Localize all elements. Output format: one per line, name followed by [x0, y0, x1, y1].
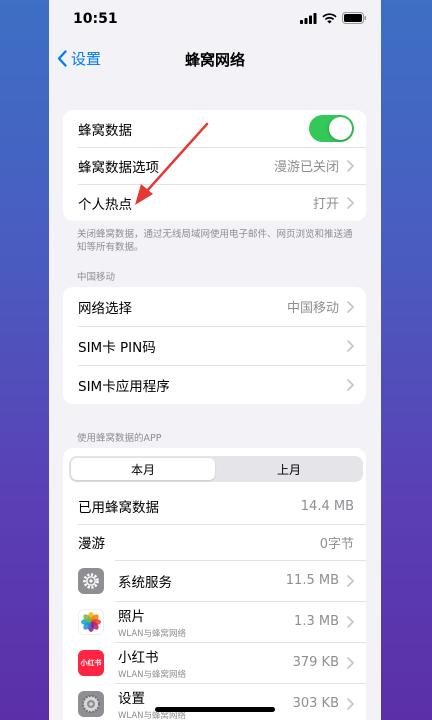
carrier-section-header: 中国移动 — [77, 272, 116, 283]
network-selection-label: 网络选择 — [78, 300, 132, 317]
chevron-right-icon — [347, 615, 354, 628]
app-name: 系统服务 — [118, 574, 172, 591]
sim-applications-row[interactable]: SIM卡应用程序 — [63, 365, 366, 404]
app-text: 设置 WLAN与蜂窝网络 — [118, 687, 293, 720]
roaming-value: 0字节 — [319, 536, 354, 552]
sim-applications-label: SIM卡应用程序 — [78, 378, 170, 395]
home-indicator — [155, 707, 275, 712]
cellular-data-label: 蜂窝数据 — [78, 122, 132, 139]
roaming-row: 漫游 0字节 — [63, 524, 366, 560]
segment-last-month[interactable]: 上月 — [217, 458, 361, 480]
app-subtitle: WLAN与蜂窝网络 — [118, 628, 187, 639]
network-selection-row[interactable]: 网络选择 中国移动 — [63, 287, 366, 326]
chevron-right-icon — [347, 159, 354, 172]
settings-icon — [78, 690, 104, 717]
chevron-right-icon — [347, 339, 354, 352]
app-text: 小红书 WLAN与蜂窝网络 — [118, 646, 293, 680]
carrier-group: 网络选择 中国移动 SIM卡 PIN码 SIM卡应用程序 — [63, 287, 366, 404]
used-data-label: 已用蜂窝数据 — [78, 500, 159, 516]
xiaohongshu-icon-text: 小红书 — [80, 658, 102, 667]
cellular-data-toggle[interactable] — [309, 115, 354, 142]
chevron-right-icon — [347, 196, 354, 209]
roaming-label: 漫游 — [78, 536, 105, 552]
period-segmented-control: 本月 上月 — [69, 456, 363, 482]
cellular-data-options-label: 蜂窝数据选项 — [78, 159, 159, 176]
chevron-right-icon — [347, 574, 354, 587]
gear-icon — [78, 567, 104, 594]
phone-screen: 10:51 设置 蜂窝网络 蜂窝数据 蜂窝数据选项 漫游已关闭 个人热点 打开 … — [49, 0, 381, 720]
app-text: 照片 WLAN与蜂窝网络 — [118, 605, 294, 639]
app-row-xiaohongshu[interactable]: 小红书 小红书 WLAN与蜂窝网络 379 KB — [63, 642, 366, 683]
app-usage-value: 379 KB — [292, 655, 339, 670]
app-usage-section-header: 使用蜂窝数据的APP — [77, 433, 162, 444]
personal-hotspot-row[interactable]: 个人热点 打开 — [63, 184, 366, 221]
toggle-knob — [329, 117, 352, 140]
status-bar: 10:51 — [49, 0, 381, 40]
chevron-right-icon — [347, 300, 354, 313]
xiaohongshu-icon: 小红书 — [78, 649, 104, 676]
status-icons — [300, 12, 367, 24]
used-data-value: 14.4 MB — [300, 498, 354, 514]
cellular-settings-group: 蜂窝数据 蜂窝数据选项 漫游已关闭 个人热点 打开 — [63, 110, 366, 221]
app-usage-group: 已用蜂窝数据 14.4 MB 漫游 0字节 系统服务 11.5 MB 照片 WL… — [63, 448, 366, 720]
app-usage-value: 11.5 MB — [285, 573, 339, 588]
sim-pin-label: SIM卡 PIN码 — [78, 339, 156, 356]
cellular-data-options-row[interactable]: 蜂窝数据选项 漫游已关闭 — [63, 147, 366, 184]
cellular-data-note: 关闭蜂窝数据，通过无线局域网使用电子邮件、网页浏览和推送通知等所有数据。 — [77, 229, 353, 253]
navigation-bar: 设置 蜂窝网络 — [49, 40, 381, 80]
signal-icon — [300, 12, 317, 24]
app-text: 系统服务 — [118, 571, 286, 591]
status-time: 10:51 — [73, 11, 118, 27]
cellular-data-row: 蜂窝数据 — [63, 110, 366, 147]
photos-icon — [78, 608, 104, 635]
personal-hotspot-label: 个人热点 — [78, 196, 132, 213]
app-name: 设置 — [118, 690, 145, 707]
chevron-right-icon — [347, 656, 354, 669]
personal-hotspot-value: 打开 — [312, 197, 339, 212]
chevron-right-icon — [347, 697, 354, 710]
chevron-right-icon — [347, 378, 354, 391]
wifi-icon — [322, 12, 337, 23]
cellular-data-options-value: 漫游已关闭 — [273, 160, 339, 175]
sim-pin-row[interactable]: SIM卡 PIN码 — [63, 326, 366, 365]
page-title: 蜂窝网络 — [184, 51, 245, 69]
used-data-row: 已用蜂窝数据 14.4 MB — [63, 488, 366, 524]
app-name: 小红书 — [118, 649, 159, 666]
battery-icon — [342, 12, 367, 24]
segment-this-month[interactable]: 本月 — [71, 458, 215, 480]
app-row-system-services[interactable]: 系统服务 11.5 MB — [63, 560, 366, 601]
app-subtitle: WLAN与蜂窝网络 — [118, 669, 187, 680]
app-usage-value: 1.3 MB — [294, 614, 339, 629]
network-selection-value: 中国移动 — [286, 301, 339, 316]
app-row-settings[interactable]: 设置 WLAN与蜂窝网络 303 KB — [63, 683, 366, 720]
app-usage-value: 303 KB — [292, 696, 339, 711]
app-row-photos[interactable]: 照片 WLAN与蜂窝网络 1.3 MB — [63, 601, 366, 642]
app-name: 照片 — [118, 608, 145, 625]
